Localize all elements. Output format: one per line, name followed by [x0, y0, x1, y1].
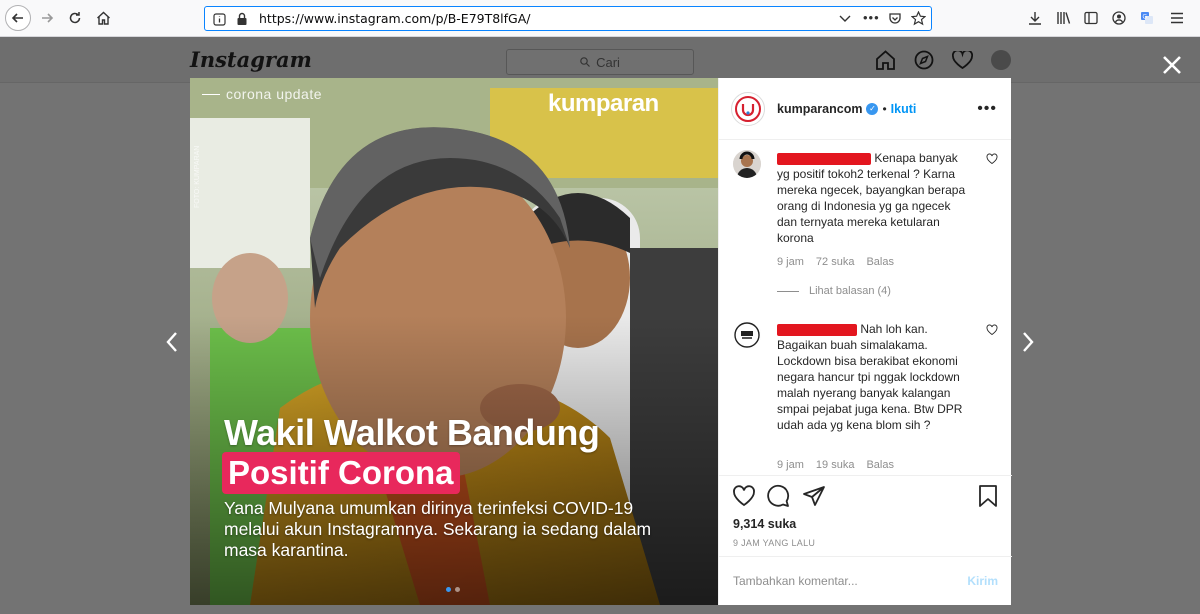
forward-arrow-icon: [42, 13, 54, 23]
chevron-down-icon[interactable]: [839, 15, 851, 23]
info-icon[interactable]: [213, 13, 226, 26]
bookmark-star-icon[interactable]: [911, 11, 926, 26]
replies-line: [777, 290, 799, 292]
share-paper-plane-icon[interactable]: [802, 484, 826, 508]
carousel-pager: [446, 587, 460, 592]
user-avatar-photo-icon: [733, 150, 761, 178]
comment-bubble-icon[interactable]: [766, 484, 790, 508]
save-bookmark-icon[interactable]: [976, 484, 1000, 508]
post-actions: 9,314 suka 9 JAM YANG LALU Kirim: [719, 475, 1012, 605]
comments-list: Kenapa banyak yg positif tokoh2 terkenal…: [719, 140, 1012, 475]
profile-avatar[interactable]: [991, 50, 1011, 70]
downloads-button[interactable]: [1026, 9, 1044, 27]
like-count[interactable]: 9,314 suka: [733, 517, 796, 531]
post-image-overlay: corona update kumparan FOTO: KUMPARAN Wa…: [190, 78, 718, 605]
search-input[interactable]: Cari: [506, 49, 694, 75]
instagram-logo[interactable]: Instagram: [190, 47, 312, 72]
more-options-icon[interactable]: •••: [977, 100, 997, 118]
kumparan-logo: kumparan: [548, 90, 659, 117]
post-time[interactable]: 9 JAM YANG LALU: [733, 538, 815, 548]
pager-dot: [455, 587, 460, 592]
close-icon[interactable]: [1160, 53, 1184, 77]
menu-button[interactable]: [1168, 9, 1186, 27]
corona-update-text: corona update: [226, 86, 323, 102]
pager-dot-active: [446, 587, 451, 592]
author-avatar[interactable]: [731, 91, 765, 126]
photo-credit: FOTO: KUMPARAN: [194, 145, 201, 208]
url-text[interactable]: https://www.instagram.com/p/B-E79T8lfGA/: [259, 11, 531, 26]
back-button[interactable]: [5, 5, 31, 31]
post-comment-button[interactable]: Kirim: [967, 574, 998, 588]
comment-time: 9 jam: [777, 459, 804, 471]
library-button[interactable]: [1054, 9, 1072, 27]
post-side-panel: kumparancom ✓ • Ikuti ••• Kenapa banyak …: [718, 78, 1012, 605]
comment-likes[interactable]: 72 suka: [816, 256, 855, 268]
comment-reply-button[interactable]: Balas: [866, 256, 894, 268]
home-icon: [96, 11, 110, 25]
download-icon: [1029, 12, 1041, 25]
previous-post-arrow[interactable]: [164, 330, 180, 354]
headline-line-2: Positif Corona: [222, 452, 460, 494]
search-icon: [580, 57, 591, 67]
comment-body: Nah loh kan. Bagaikan buah simalakama. L…: [777, 321, 973, 433]
translate-icon: G: [1141, 12, 1153, 24]
view-replies-button[interactable]: Lihat balasan (4): [777, 285, 891, 297]
svg-text:G: G: [1143, 15, 1148, 21]
explore-icon[interactable]: [914, 50, 934, 70]
add-comment-bar: Kirim: [719, 556, 1012, 606]
comment-like-heart-icon[interactable]: [986, 153, 998, 165]
comment-text: Kenapa banyak yg positif tokoh2 terkenal…: [777, 151, 966, 245]
comment-username-redacted[interactable]: [777, 323, 857, 336]
sidebar-button[interactable]: [1082, 9, 1100, 27]
comment-meta: 9 jam 72 suka Balas: [777, 256, 894, 268]
sidebar-icon: [1084, 11, 1098, 25]
kumparan-avatar-icon: [735, 95, 761, 122]
post-header: kumparancom ✓ • Ikuti •••: [719, 78, 1011, 140]
comment-likes[interactable]: 19 suka: [816, 459, 855, 471]
comment-time: 9 jam: [777, 256, 804, 268]
browser-toolbar: https://www.instagram.com/p/B-E79T8lfGA/…: [0, 0, 1200, 37]
account-icon: [1112, 11, 1126, 25]
post-image-subtext: Yana Mulyana umumkan dirinya terinfeksi …: [224, 498, 652, 560]
home-button[interactable]: [94, 9, 112, 27]
comment-meta: 9 jam 19 suka Balas: [777, 459, 894, 471]
instagram-header: Instagram Cari: [0, 37, 1200, 83]
translate-extension-button[interactable]: G: [1138, 9, 1156, 27]
corona-update-tag: corona update: [202, 86, 322, 102]
lock-icon[interactable]: [236, 12, 248, 26]
back-arrow-icon: [11, 13, 23, 23]
url-bar[interactable]: https://www.instagram.com/p/B-E79T8lfGA/…: [204, 6, 932, 31]
follow-button[interactable]: Ikuti: [891, 102, 917, 116]
view-replies-text: Lihat balasan (4): [809, 285, 891, 297]
account-button[interactable]: [1110, 9, 1128, 27]
search-placeholder: Cari: [596, 54, 620, 70]
reload-icon: [69, 12, 81, 24]
add-comment-input[interactable]: [733, 574, 953, 588]
like-heart-icon[interactable]: [732, 484, 756, 508]
comment-username-redacted[interactable]: [777, 152, 871, 165]
forward-button[interactable]: [38, 9, 56, 27]
hamburger-icon: [1171, 12, 1183, 24]
home-nav-icon[interactable]: [875, 50, 896, 70]
author-username[interactable]: kumparancom: [777, 102, 862, 116]
pocket-icon[interactable]: [888, 12, 902, 26]
tag-line: [202, 93, 220, 95]
verified-badge-icon: ✓: [866, 102, 879, 115]
post-image[interactable]: corona update kumparan FOTO: KUMPARAN Wa…: [190, 78, 718, 605]
user-avatar-logo-icon: [733, 321, 761, 349]
library-icon: [1056, 12, 1070, 24]
comment-avatar[interactable]: [733, 150, 761, 178]
headline-line-1: Wakil Walkot Bandung: [224, 412, 600, 453]
header-dot: •: [882, 101, 887, 116]
reload-button[interactable]: [66, 9, 84, 27]
comment-text: Nah loh kan. Bagaikan buah simalakama. L…: [777, 322, 963, 432]
comment-like-heart-icon[interactable]: [986, 324, 998, 336]
next-post-arrow[interactable]: [1020, 330, 1036, 354]
comment-avatar[interactable]: [733, 321, 761, 349]
page-actions-icon[interactable]: •••: [863, 10, 880, 25]
comment-body: Kenapa banyak yg positif tokoh2 terkenal…: [777, 150, 973, 246]
comment-reply-button[interactable]: Balas: [866, 459, 894, 471]
activity-heart-icon[interactable]: [952, 51, 973, 69]
